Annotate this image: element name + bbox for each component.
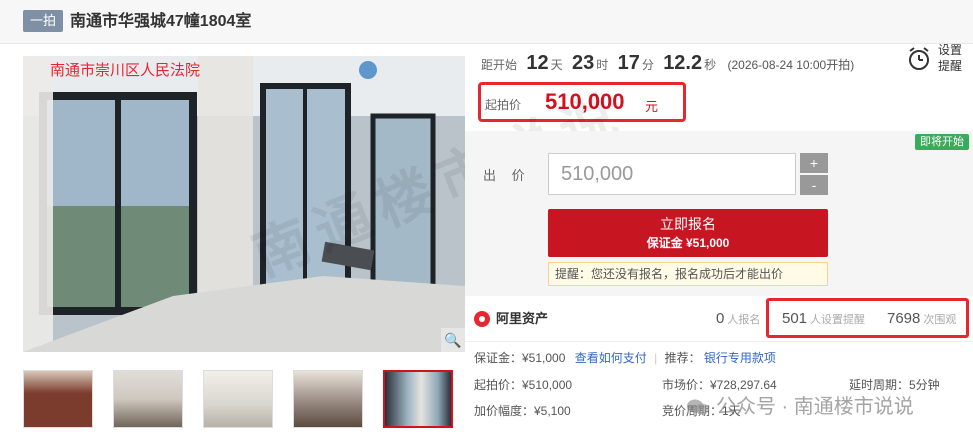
countdown-prefix: 距开始	[481, 58, 518, 72]
header-bar: 一拍 南通市华强城47幢1804室	[0, 0, 973, 44]
thumbnail-2[interactable]	[113, 370, 183, 428]
register-now-label: 立即报名	[660, 216, 716, 232]
bank-payment-link[interactable]: 银行专用款项	[704, 351, 776, 365]
page-title: 南通市华强城47幢1804室	[70, 13, 252, 30]
auction-round-tag: 一拍	[23, 10, 63, 32]
court-label: 南通市崇川区人民法院	[50, 62, 201, 79]
register-now-button[interactable]: 立即报名 保证金 ¥51,000	[548, 209, 828, 257]
set-reminder-button[interactable]: 设置提醒	[906, 40, 966, 76]
deposit-info-row: 保证金：¥51,000 查看如何支付 | 推荐： 银行专用款项	[474, 351, 776, 365]
countdown-minutes: 17	[617, 52, 640, 74]
ali-assets-logo-icon	[474, 311, 490, 327]
search-icon[interactable]: 🔍	[441, 328, 465, 352]
thumbnail-strip	[23, 370, 465, 430]
start-price-unit: 元	[645, 99, 659, 114]
countdown: 距开始 12 天 23 时 17 分 12.2 秒 (2026-08-24 10:00开…	[481, 48, 854, 78]
how-to-pay-link[interactable]: 查看如何支付	[575, 351, 647, 365]
wechat-icon	[687, 399, 709, 415]
start-price-info: 起拍价：¥510,000	[474, 378, 573, 392]
deposit-info: 保证金：¥51,000	[474, 351, 566, 365]
countdown-seconds: 12.2	[663, 52, 703, 74]
ali-assets-label: 阿里资产	[496, 311, 549, 326]
bid-panel: 即将开始 出 价 510,000 + - 立即报名 保证金 ¥51,000 提醒…	[465, 131, 973, 296]
auction-start-time: (2026-08-24 10:00开拍)	[727, 58, 855, 72]
register-tip: 提醒：您还没有报名，报名成功后才能出价	[548, 262, 828, 286]
decrease-bid-button[interactable]: -	[800, 175, 828, 195]
increase-bid-button[interactable]: +	[800, 153, 828, 173]
alarm-clock-icon	[909, 47, 929, 70]
thumbnail-3[interactable]	[203, 370, 273, 428]
signups-count: 0 人报名	[716, 310, 760, 329]
countdown-days: 12	[526, 52, 549, 74]
countdown-minutes-unit: 分	[641, 58, 654, 72]
thumbnail-4[interactable]	[293, 370, 363, 428]
status-badge: 即将开始	[915, 134, 969, 150]
countdown-seconds-unit: 秒	[704, 58, 717, 72]
signups-value: 0	[716, 310, 725, 327]
deposit-label: 保证金 ¥51,000	[646, 236, 730, 250]
countdown-days-unit: 天	[550, 58, 563, 72]
recommend-label: 推荐：	[664, 351, 701, 365]
signups-label: 人报名	[727, 314, 761, 326]
bid-increment-info: 加价幅度：¥5,100	[474, 404, 571, 418]
bid-amount-input[interactable]: 510,000	[548, 153, 796, 195]
countdown-hours: 23	[571, 52, 595, 74]
footer-watermark: 公众号 · 南通楼市说说	[686, 390, 914, 419]
stats-highlight	[766, 298, 969, 338]
bid-label: 出 价	[483, 168, 531, 183]
thumbnail-1[interactable]	[23, 370, 93, 428]
footer-watermark-text: 公众号 · 南通楼市说说	[716, 396, 914, 418]
thumbnail-5-selected[interactable]	[383, 370, 453, 428]
set-reminder-label: 设置提醒	[938, 43, 963, 73]
